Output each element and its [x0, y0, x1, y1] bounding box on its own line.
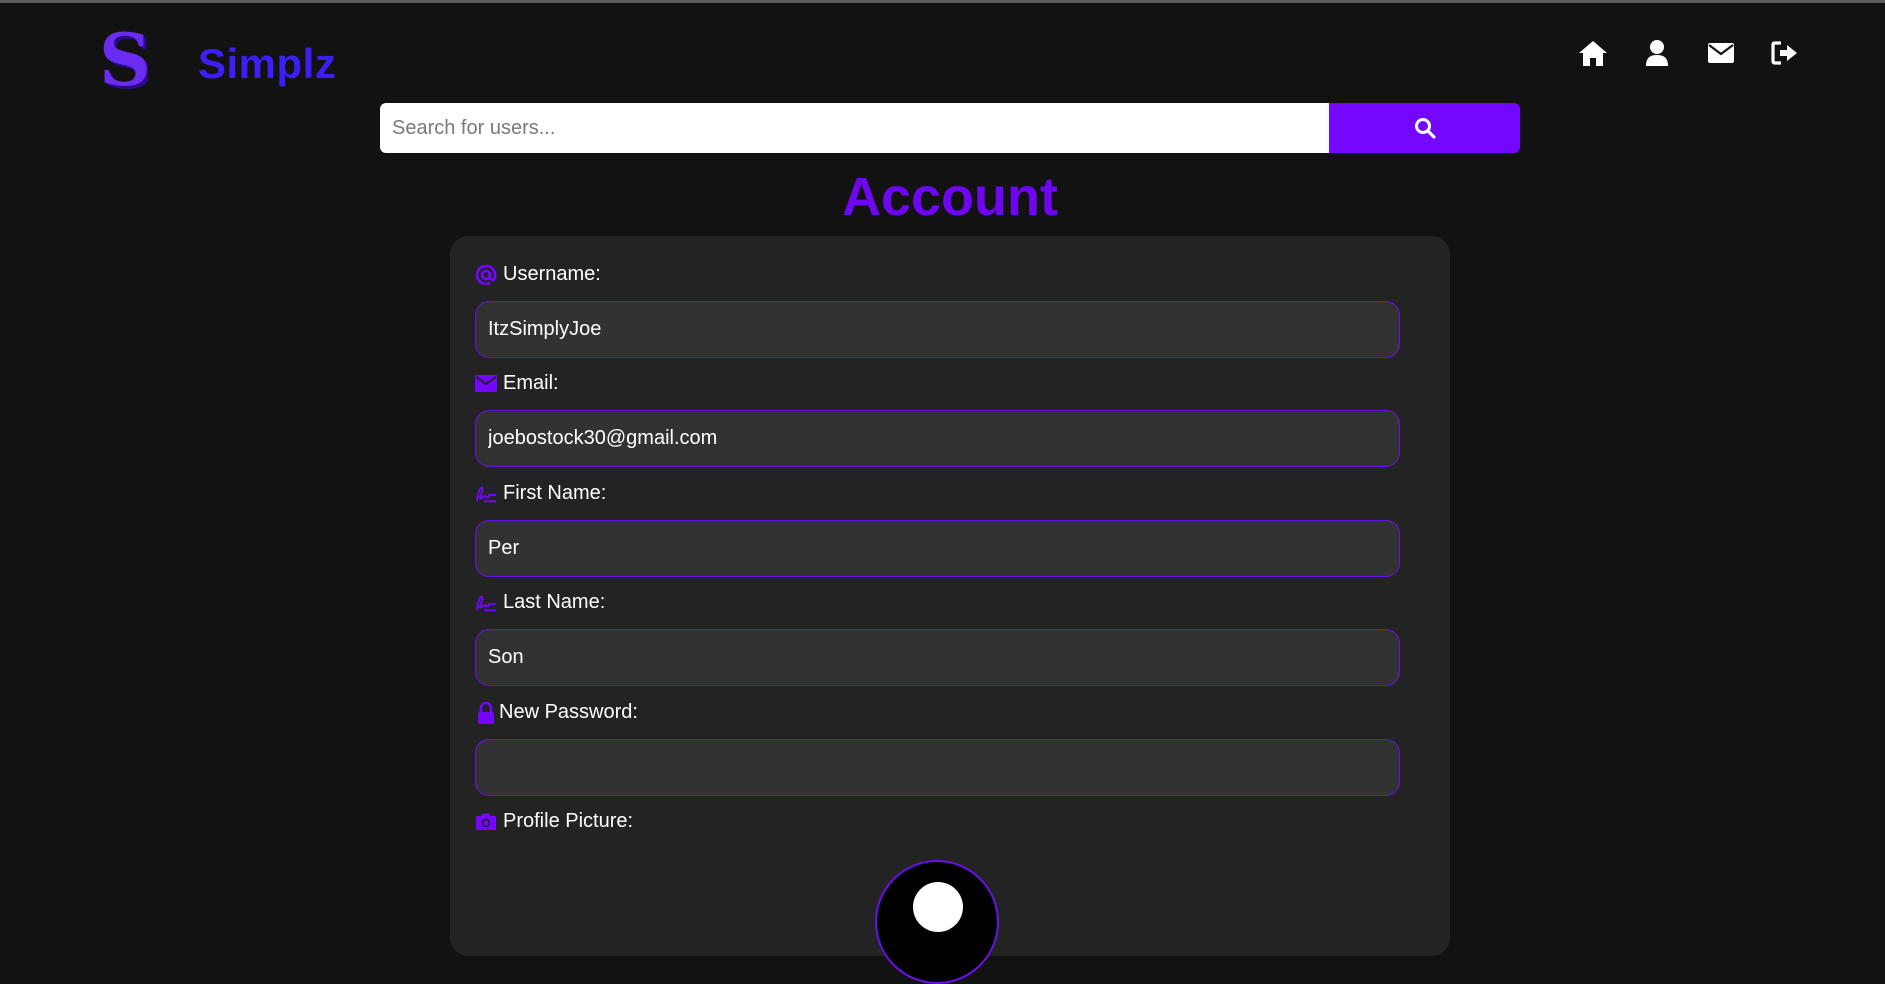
last-name-label: Last Name: — [475, 591, 605, 614]
username-field[interactable] — [475, 301, 1400, 358]
search-button[interactable] — [1329, 103, 1520, 153]
first-name-field[interactable] — [475, 520, 1400, 577]
profile-picture-label-text: Profile Picture: — [503, 810, 634, 832]
first-name-label: First Name: — [475, 482, 606, 505]
avatar-head — [913, 882, 963, 932]
email-label-text: Email: — [503, 372, 559, 394]
at-icon — [475, 264, 497, 286]
envelope-icon[interactable] — [1706, 38, 1736, 68]
new-password-field[interactable] — [475, 739, 1400, 796]
username-label-text: Username: — [503, 263, 601, 285]
profile-picture-avatar[interactable] — [875, 860, 999, 984]
email-label: Email: — [475, 372, 559, 395]
last-name-field[interactable] — [475, 629, 1400, 686]
brand-name[interactable]: Simplz — [198, 40, 336, 88]
first-name-label-text: First Name: — [503, 482, 607, 504]
account-form-card: Username: Email: First Name: Last Name: … — [450, 236, 1450, 984]
user-search-bar — [380, 103, 1520, 153]
window-top-border — [0, 0, 1885, 3]
new-password-label-text: New Password: — [499, 701, 638, 723]
search-icon — [1414, 118, 1436, 139]
envelope-icon — [475, 373, 497, 395]
page-title: Account — [842, 167, 1058, 227]
search-input[interactable] — [380, 103, 1329, 153]
last-name-label-text: Last Name: — [503, 591, 606, 613]
username-label: Username: — [475, 263, 601, 286]
profile-picture-label: Profile Picture: — [475, 810, 633, 833]
camera-icon — [475, 811, 497, 833]
simplz-logo[interactable]: S S — [98, 28, 148, 96]
svg-text:S: S — [99, 28, 148, 96]
lock-icon — [475, 701, 497, 724]
signature-icon — [475, 592, 497, 614]
user-icon[interactable] — [1642, 38, 1672, 68]
sign-out-icon[interactable] — [1770, 38, 1800, 68]
email-field[interactable] — [475, 410, 1400, 467]
new-password-label: New Password: — [475, 701, 638, 724]
signature-icon — [475, 483, 497, 505]
home-icon[interactable] — [1578, 38, 1608, 68]
top-nav — [1578, 38, 1800, 68]
